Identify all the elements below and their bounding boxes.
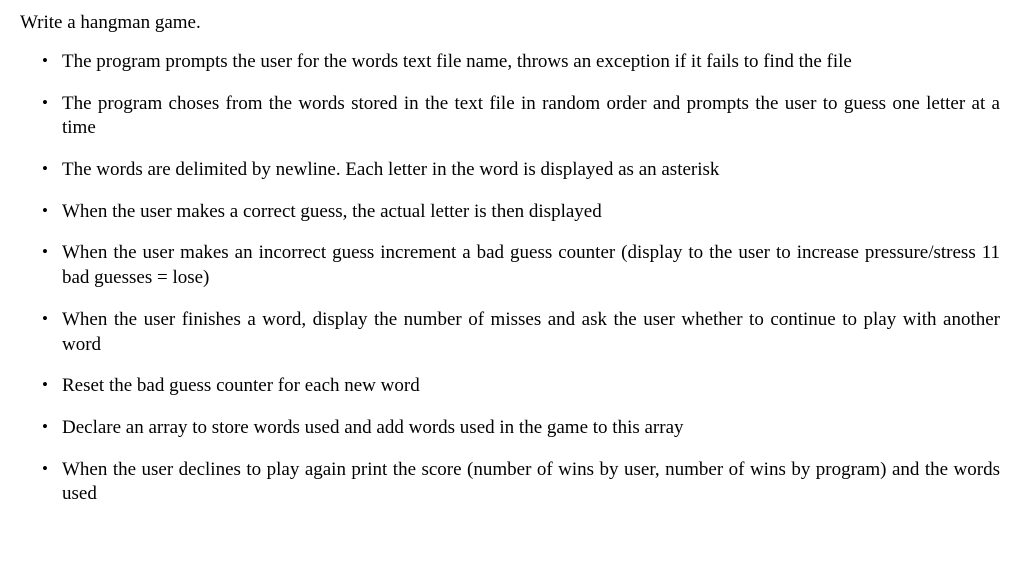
list-item: When the user finishes a word, display t…	[62, 308, 1004, 357]
document-title: Write a hangman game.	[20, 12, 1004, 34]
list-item: The program choses from the words stored…	[62, 92, 1004, 141]
list-item: When the user makes a correct guess, the…	[62, 200, 1004, 225]
list-item: The program prompts the user for the wor…	[62, 50, 1004, 75]
list-item: When the user makes an incorrect guess i…	[62, 241, 1004, 290]
list-item: The words are delimited by newline. Each…	[62, 158, 1004, 183]
list-item: When the user declines to play again pri…	[62, 458, 1004, 507]
bullet-list: The program prompts the user for the wor…	[20, 50, 1004, 507]
list-item: Declare an array to store words used and…	[62, 416, 1004, 441]
list-item: Reset the bad guess counter for each new…	[62, 374, 1004, 399]
